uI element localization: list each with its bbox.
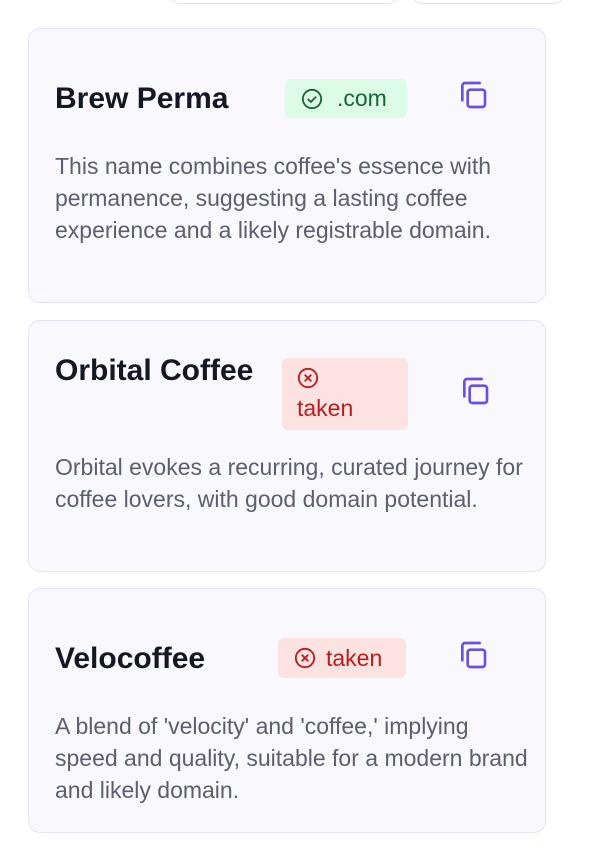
domain-status-badge: taken [278, 638, 406, 678]
copy-icon [457, 79, 489, 111]
x-circle-icon [297, 367, 319, 389]
results-viewport: Brew Perma .com This name combines coffe… [0, 0, 592, 856]
name-description: Orbital evokes a recurring, curated jour… [55, 454, 523, 512]
business-name: Brew Perma [55, 82, 229, 115]
business-name: Orbital Coffee [55, 354, 254, 387]
name-description: This name combines coffee's essence with… [55, 153, 492, 243]
x-circle-icon [294, 647, 316, 669]
name-card-brew-perma: Brew Perma .com This name combines coffe… [28, 28, 546, 303]
domain-status-badge: .com [285, 79, 407, 118]
top-control-left[interactable] [170, 0, 398, 4]
name-description: A blend of 'velocity' and 'coffee,' impl… [55, 713, 528, 803]
domain-status-label: taken [297, 394, 354, 421]
name-card-velocoffee: Velocoffee taken A blend of 'velocity' a… [28, 588, 546, 833]
domain-status-label: taken [326, 644, 383, 671]
copy-icon [457, 639, 489, 671]
top-control-right[interactable] [412, 0, 564, 4]
copy-button[interactable] [457, 373, 493, 409]
business-name: Velocoffee [55, 642, 206, 675]
domain-status-badge: taken [282, 358, 408, 430]
copy-button[interactable] [455, 637, 491, 673]
copy-icon [459, 375, 491, 407]
check-circle-icon [301, 88, 323, 110]
copy-button[interactable] [455, 77, 491, 113]
domain-status-label: .com [337, 85, 387, 111]
name-card-orbital-coffee: Orbital Coffee taken Orbital evokes a re… [28, 320, 546, 572]
